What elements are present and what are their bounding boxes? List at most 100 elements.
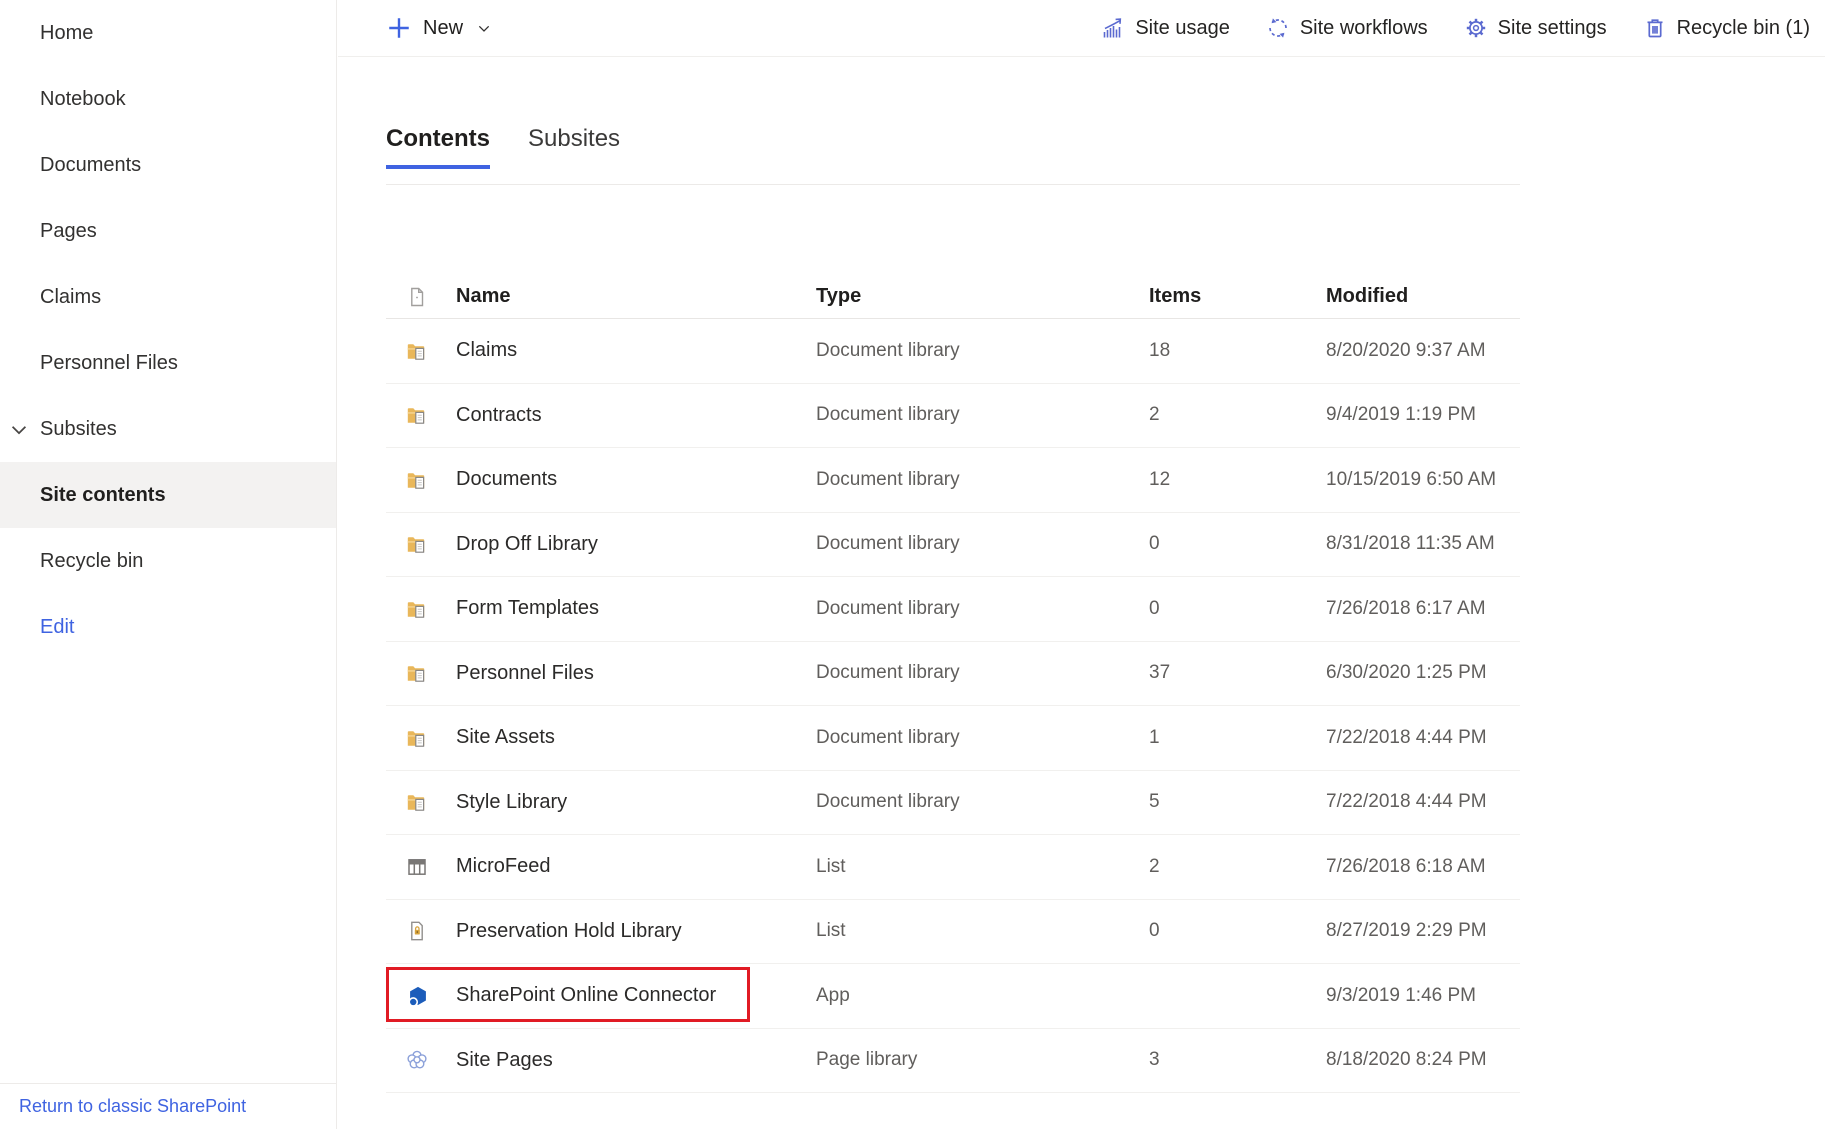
item-name-link[interactable]: MicroFeed: [456, 855, 816, 878]
table-row-claims[interactable]: ClaimsDocument library188/20/2020 9:37 A…: [386, 319, 1520, 384]
item-type: Page library: [816, 1049, 1149, 1071]
item-type: Document library: [816, 469, 1149, 491]
column-header-name[interactable]: Name: [456, 285, 816, 308]
item-modified: 7/26/2018 6:18 AM: [1326, 856, 1520, 878]
sidebar-item-label: Claims: [40, 286, 101, 309]
site-usage-button[interactable]: Site usage: [1101, 16, 1230, 40]
action-label: Site usage: [1135, 17, 1230, 40]
sidebar-item-documents[interactable]: Documents: [0, 132, 336, 198]
sidebar-item-personnel-files[interactable]: Personnel Files: [0, 330, 336, 396]
item-type: Document library: [816, 662, 1149, 684]
command-bar: New Site usage Site workflows Site setting…: [338, 0, 1825, 57]
table-row-documents[interactable]: DocumentsDocument library1210/15/2019 6:…: [386, 448, 1520, 513]
sidebar-item-subsites[interactable]: Subsites: [0, 396, 336, 462]
item-name-link[interactable]: Personnel Files: [456, 662, 816, 685]
item-name-link[interactable]: Documents: [456, 468, 816, 491]
item-name-link[interactable]: Site Assets: [456, 726, 816, 749]
item-type: Document library: [816, 598, 1149, 620]
item-name-link[interactable]: Drop Off Library: [456, 533, 816, 556]
list-icon: [405, 855, 429, 879]
table-row-drop-off-library[interactable]: Drop Off LibraryDocument library08/31/20…: [386, 513, 1520, 578]
chevron-down-icon[interactable]: [8, 418, 30, 440]
action-label: Site workflows: [1300, 17, 1428, 40]
plus-icon: [386, 15, 412, 41]
chevron-down-icon[interactable]: [476, 20, 492, 36]
sidebar-item-home[interactable]: Home: [0, 0, 336, 66]
item-modified: 7/22/2018 4:44 PM: [1326, 727, 1520, 749]
column-header-modified[interactable]: Modified: [1326, 285, 1520, 308]
sidebar-item-claims[interactable]: Claims: [0, 264, 336, 330]
site-settings-button[interactable]: Site settings: [1464, 16, 1607, 40]
table-row-form-templates[interactable]: Form TemplatesDocument library07/26/2018…: [386, 577, 1520, 642]
tab-subsites[interactable]: Subsites: [528, 125, 620, 169]
item-modified: 9/3/2019 1:46 PM: [1326, 985, 1520, 1007]
new-button[interactable]: New: [386, 15, 492, 41]
document-library-icon: [405, 532, 429, 556]
icon-cell: [386, 726, 456, 750]
icon-cell: [386, 597, 456, 621]
icon-cell: [386, 855, 456, 879]
sidebar-item-recycle-bin[interactable]: Recycle bin: [0, 528, 336, 594]
sidebar-item-edit[interactable]: Edit: [0, 594, 336, 660]
item-name-link[interactable]: Preservation Hold Library: [456, 920, 816, 943]
table-row-contracts[interactable]: ContractsDocument library29/4/2019 1:19 …: [386, 384, 1520, 449]
item-count: 0: [1149, 533, 1326, 555]
header-icon-cell: [386, 285, 456, 309]
sidebar-item-label: Notebook: [40, 88, 126, 111]
item-count: 5: [1149, 791, 1326, 813]
sidebar-item-label: Personnel Files: [40, 352, 178, 375]
column-header-type[interactable]: Type: [816, 285, 1149, 308]
trash-icon: [1643, 16, 1667, 40]
item-modified: 8/27/2019 2:29 PM: [1326, 920, 1520, 942]
item-name-link[interactable]: SharePoint Online Connector: [456, 984, 816, 1007]
sync-arrows-icon: [1266, 16, 1290, 40]
new-button-label: New: [423, 17, 463, 40]
item-type: App: [816, 985, 1149, 1007]
table-row-personnel-files[interactable]: Personnel FilesDocument library376/30/20…: [386, 642, 1520, 707]
content-area: Contents Subsites NameTypeItemsModified C…: [338, 125, 1825, 1093]
item-name-link[interactable]: Form Templates: [456, 597, 816, 620]
item-count: 2: [1149, 856, 1326, 878]
document-library-icon: [405, 597, 429, 621]
item-count: 3: [1149, 1049, 1326, 1071]
column-header-items[interactable]: Items: [1149, 285, 1326, 308]
item-count: 2: [1149, 404, 1326, 426]
item-count: 0: [1149, 920, 1326, 942]
item-modified: 8/18/2020 8:24 PM: [1326, 1049, 1520, 1071]
page-lock-icon: [405, 919, 429, 943]
table-row-site-assets[interactable]: Site AssetsDocument library17/22/2018 4:…: [386, 706, 1520, 771]
icon-cell: [386, 919, 456, 943]
item-name-link[interactable]: Style Library: [456, 791, 816, 814]
site-contents-page: HomeNotebookDocumentsPagesClaimsPersonne…: [0, 0, 1825, 1129]
document-icon: [405, 285, 429, 309]
table-row-preservation-hold-library[interactable]: Preservation Hold LibraryList08/27/2019 …: [386, 900, 1520, 965]
document-library-icon: [405, 403, 429, 427]
table-row-style-library[interactable]: Style LibraryDocument library57/22/2018 …: [386, 771, 1520, 836]
item-count: 12: [1149, 469, 1326, 491]
table-row-sharepoint-online-connector[interactable]: SharePoint Online ConnectorApp 9/3/2019 1…: [386, 964, 1520, 1029]
action-label: Recycle bin (1): [1677, 17, 1810, 40]
item-name-link[interactable]: Site Pages: [456, 1049, 816, 1072]
bar-chart-icon: [1101, 16, 1125, 40]
item-modified: 7/26/2018 6:17 AM: [1326, 598, 1520, 620]
tab-contents[interactable]: Contents: [386, 125, 490, 169]
site-workflows-button[interactable]: Site workflows: [1266, 16, 1428, 40]
document-library-icon: [405, 726, 429, 750]
sidebar-item-site-contents[interactable]: Site contents: [0, 462, 336, 528]
app-cube-icon: [405, 984, 429, 1008]
recycle-bin-1-button[interactable]: Recycle bin (1): [1643, 16, 1810, 40]
sidebar-item-label: Edit: [40, 616, 74, 639]
item-modified: 7/22/2018 4:44 PM: [1326, 791, 1520, 813]
sidebar-item-pages[interactable]: Pages: [0, 198, 336, 264]
sidebar-item-notebook[interactable]: Notebook: [0, 66, 336, 132]
item-count: 37: [1149, 662, 1326, 684]
item-name-link[interactable]: Claims: [456, 339, 816, 362]
return-to-classic-link[interactable]: Return to classic SharePoint: [19, 1096, 246, 1117]
command-bar-actions: Site usage Site workflows Site settings Rec…: [1101, 16, 1810, 40]
table-row-site-pages[interactable]: Site PagesPage library38/18/2020 8:24 PM: [386, 1029, 1520, 1094]
item-type: Document library: [816, 340, 1149, 362]
table-row-microfeed[interactable]: MicroFeedList27/26/2018 6:18 AM: [386, 835, 1520, 900]
item-name-link[interactable]: Contracts: [456, 404, 816, 427]
item-modified: 6/30/2020 1:25 PM: [1326, 662, 1520, 684]
table-body: ClaimsDocument library188/20/2020 9:37 A…: [386, 319, 1520, 1093]
